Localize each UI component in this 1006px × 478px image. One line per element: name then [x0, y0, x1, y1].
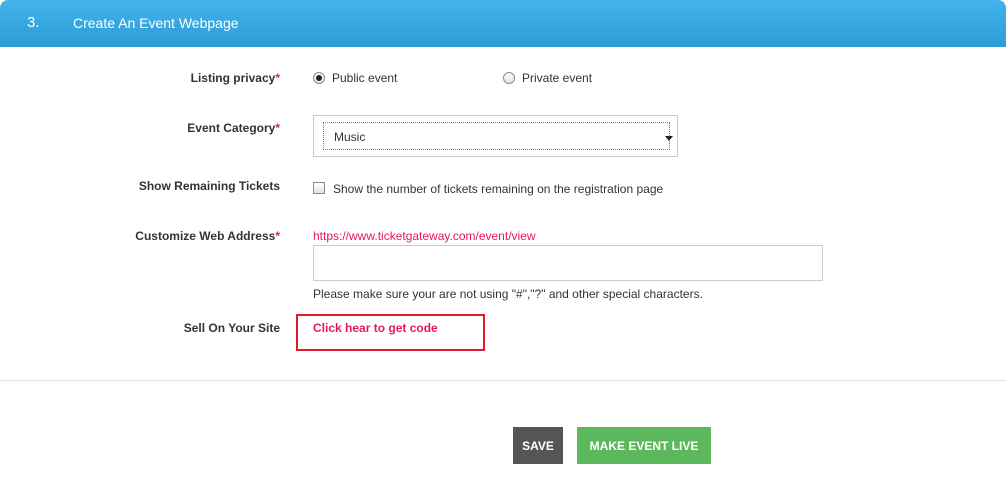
- web-address-label-text: Customize Web Address: [135, 229, 276, 243]
- required-mark: *: [275, 121, 280, 135]
- event-category-select[interactable]: Music: [313, 115, 678, 157]
- required-mark: *: [275, 71, 280, 85]
- sell-on-site-label: Sell On Your Site: [183, 321, 280, 335]
- section-title: Create An Event Webpage: [73, 15, 239, 31]
- remaining-tickets-checkbox[interactable]: [313, 182, 325, 194]
- divider: [0, 380, 1006, 381]
- public-event-label[interactable]: Public event: [332, 71, 397, 85]
- web-address-input[interactable]: [313, 245, 823, 281]
- chevron-down-icon[interactable]: [665, 136, 673, 141]
- select-focus-ring: Music: [323, 122, 670, 150]
- listing-privacy-label-text: Listing privacy: [190, 71, 276, 85]
- section-header: 3. Create An Event Webpage: [0, 0, 1006, 47]
- web-address-help: Please make sure your are not using "#",…: [313, 287, 703, 301]
- make-event-live-button[interactable]: MAKE EVENT LIVE: [577, 427, 711, 464]
- save-button[interactable]: SAVE: [513, 427, 563, 464]
- section-number: 3.: [27, 14, 40, 31]
- listing-privacy-label: Listing privacy*: [191, 71, 280, 85]
- get-code-link[interactable]: Click hear to get code: [313, 321, 438, 335]
- remaining-tickets-checkbox-label[interactable]: Show the number of tickets remaining on …: [333, 182, 663, 196]
- private-event-label[interactable]: Private event: [522, 71, 592, 85]
- public-event-radio[interactable]: [313, 72, 325, 84]
- event-category-label: Event Category*: [187, 121, 280, 135]
- event-category-label-text: Event Category: [187, 121, 276, 135]
- base-url: https://www.ticketgateway.com/event/view: [313, 229, 536, 243]
- remaining-tickets-label: Show Remaining Tickets: [138, 179, 280, 193]
- private-event-radio[interactable]: [503, 72, 515, 84]
- required-mark: *: [275, 229, 280, 243]
- web-address-label: Customize Web Address*: [135, 229, 280, 243]
- event-category-value: Music: [334, 130, 366, 144]
